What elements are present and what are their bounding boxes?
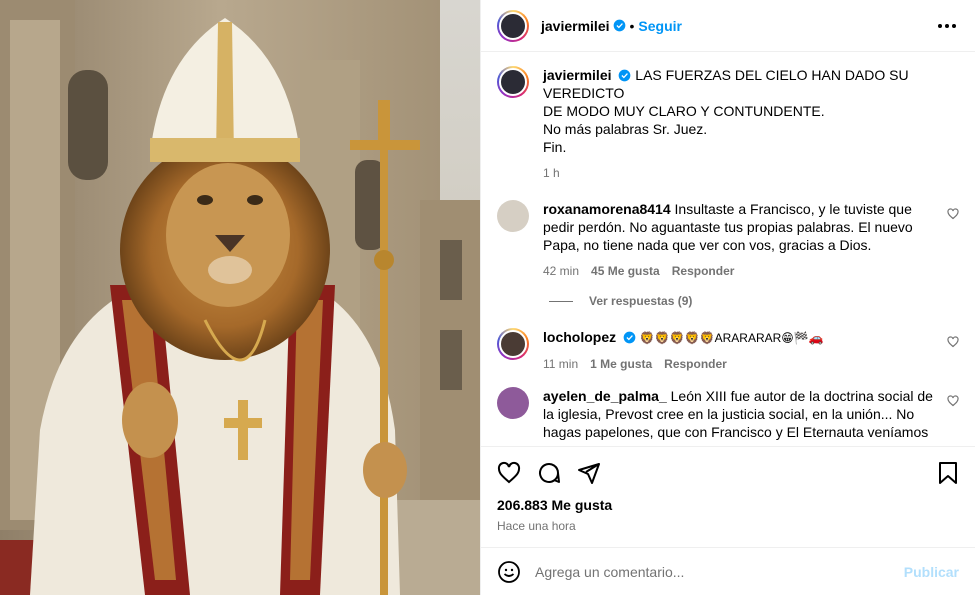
- comment-input[interactable]: [535, 563, 890, 580]
- add-comment-bar: Publicar: [481, 547, 975, 595]
- post-header: javiermilei • Seguir: [481, 0, 975, 52]
- view-replies-label: Ver respuestas (9): [589, 294, 693, 308]
- heart-icon[interactable]: [947, 208, 959, 220]
- author-avatar[interactable]: [497, 9, 529, 42]
- post-actions: 206.883 Me gusta Hace una hora: [481, 446, 975, 547]
- share-icon[interactable]: [577, 461, 601, 485]
- comment-likes[interactable]: 45 Me gusta: [591, 262, 660, 280]
- commenter-avatar[interactable]: [497, 387, 529, 419]
- replies-divider: [549, 300, 573, 302]
- save-icon[interactable]: [937, 461, 959, 485]
- more-icon: [938, 23, 956, 28]
- comment-time[interactable]: 42 min: [543, 262, 579, 280]
- likes-count[interactable]: 206.883 Me gusta: [497, 497, 959, 513]
- verified-icon: [623, 331, 636, 344]
- post-image[interactable]: [0, 0, 480, 595]
- comment-likes[interactable]: 1 Me gusta: [590, 355, 652, 373]
- comment-username[interactable]: roxanamorena8414: [543, 201, 671, 217]
- post-caption: javiermilei LAS FUERZAS DEL CIELO HAN DA…: [497, 66, 959, 182]
- comment-text: 🦁🦁🦁🦁🦁ARARARAR😁🏁🚗: [639, 331, 824, 345]
- caption-avatar[interactable]: [497, 66, 529, 98]
- commenter-avatar[interactable]: [497, 328, 529, 360]
- lion-pope-illustration: [0, 0, 480, 595]
- more-options-button[interactable]: [935, 14, 959, 38]
- commenter-avatar[interactable]: [497, 200, 529, 232]
- author-username[interactable]: javiermilei: [541, 18, 610, 34]
- caption-line: No más palabras Sr. Juez.: [543, 121, 708, 137]
- caption-username[interactable]: javiermilei: [543, 67, 612, 83]
- follow-button[interactable]: Seguir: [638, 18, 682, 34]
- instagram-post: javiermilei • Seguir javiermilei LAS FUE…: [0, 0, 975, 595]
- caption-line: Fin.: [543, 139, 567, 155]
- reply-button[interactable]: Responder: [672, 262, 735, 280]
- post-time[interactable]: Hace una hora: [497, 519, 959, 533]
- verified-icon: [619, 69, 631, 82]
- reply-button[interactable]: Responder: [664, 355, 727, 373]
- view-replies-button[interactable]: Ver respuestas (9): [549, 294, 959, 308]
- comment-username[interactable]: ayelen_de_palma_: [543, 388, 667, 404]
- comment-time[interactable]: 11 min: [543, 355, 578, 373]
- comment-item: ayelen_de_palma_ León XIII fue autor de …: [497, 387, 959, 441]
- verified-icon: [613, 19, 625, 32]
- separator-dot: •: [629, 17, 635, 34]
- comment-username[interactable]: locholopez: [543, 329, 616, 345]
- caption-line: DE MODO MUY CLARO Y CONTUNDENTE.: [543, 103, 825, 119]
- emoji-icon[interactable]: [497, 560, 521, 584]
- heart-icon[interactable]: [947, 336, 959, 348]
- comment-item: locholopez 🦁🦁🦁🦁🦁ARARARAR😁🏁🚗 11 min 1 Me …: [497, 328, 959, 373]
- comment-item: roxanamorena8414 Insultaste a Francisco,…: [497, 200, 959, 280]
- heart-icon[interactable]: [947, 395, 959, 407]
- caption-time[interactable]: 1 h: [543, 164, 560, 182]
- publish-button[interactable]: Publicar: [904, 564, 959, 580]
- comments-section[interactable]: javiermilei LAS FUERZAS DEL CIELO HAN DA…: [481, 52, 975, 446]
- comment-icon[interactable]: [537, 461, 561, 485]
- post-side-panel: javiermilei • Seguir javiermilei LAS FUE…: [480, 0, 975, 595]
- like-heart-icon[interactable]: [497, 461, 521, 485]
